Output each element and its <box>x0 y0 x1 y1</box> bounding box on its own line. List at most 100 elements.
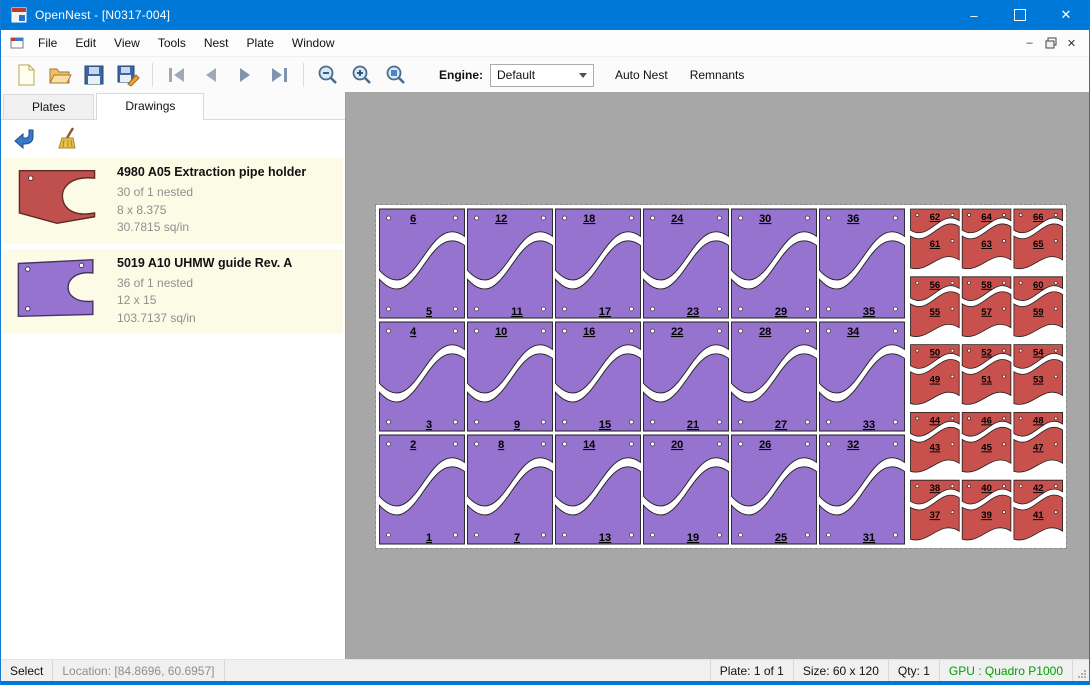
minimize-button[interactable]: – <box>951 0 997 30</box>
remnants-button[interactable]: Remnants <box>679 62 756 88</box>
close-button[interactable]: ✕ <box>1043 0 1089 30</box>
svg-text:48: 48 <box>1033 415 1044 426</box>
nest-canvas[interactable]: 6512111817242330293635431091615222128273… <box>346 92 1089 660</box>
menu-edit[interactable]: Edit <box>66 31 105 55</box>
tab-plates[interactable]: Plates <box>3 94 94 119</box>
svg-text:22: 22 <box>671 326 683 338</box>
mdi-close-button[interactable]: ✕ <box>1062 34 1081 52</box>
save-as-icon <box>116 63 140 87</box>
zoom-fit-button[interactable] <box>379 60 413 90</box>
zoom-out-icon <box>316 63 340 87</box>
svg-text:19: 19 <box>687 532 699 544</box>
menu-window[interactable]: Window <box>283 31 344 55</box>
purple-part-pair[interactable]: 1817 <box>556 209 641 318</box>
purple-part-pair[interactable]: 21 <box>380 435 465 544</box>
svg-text:29: 29 <box>775 306 787 318</box>
zoom-in-button[interactable] <box>345 60 379 90</box>
red-part-pair[interactable]: 5049 <box>911 345 960 405</box>
purple-part-pair[interactable]: 1211 <box>468 209 553 318</box>
red-part-pair[interactable]: 5453 <box>1014 345 1063 405</box>
drawing-info: 5019 A10 UHMW guide Rev. A 36 of 1 neste… <box>105 256 292 328</box>
svg-text:50: 50 <box>930 348 941 359</box>
drawing-nested-count: 30 of 1 nested <box>117 184 306 202</box>
svg-text:37: 37 <box>930 510 941 521</box>
window-title: OpenNest - [N0317-004] <box>35 8 170 22</box>
go-next-button[interactable] <box>228 60 262 90</box>
zoom-fit-icon <box>384 63 408 87</box>
part-thumbnail <box>9 256 105 320</box>
go-last-button[interactable] <box>262 60 296 90</box>
zoom-in-icon <box>350 63 374 87</box>
mdi-restore-button[interactable] <box>1041 34 1060 52</box>
save-button[interactable] <box>77 60 111 90</box>
menu-plate[interactable]: Plate <box>238 31 283 55</box>
red-part-pair[interactable]: 3837 <box>911 480 960 540</box>
drawing-item[interactable]: 5019 A10 UHMW guide Rev. A 36 of 1 neste… <box>3 249 343 335</box>
svg-text:40: 40 <box>981 483 992 494</box>
svg-text:12: 12 <box>495 213 507 225</box>
zoom-out-button[interactable] <box>311 60 345 90</box>
red-part-pair[interactable]: 4241 <box>1014 480 1063 540</box>
open-file-button[interactable] <box>43 60 77 90</box>
red-part-pair[interactable]: 4039 <box>962 480 1011 540</box>
purple-part-pair[interactable]: 1413 <box>556 435 641 544</box>
new-file-button[interactable] <box>9 60 43 90</box>
red-part-pair[interactable]: 6059 <box>1014 277 1063 337</box>
purple-part-pair[interactable]: 3029 <box>732 209 817 318</box>
purple-part-pair[interactable]: 109 <box>468 322 553 431</box>
broom-button[interactable] <box>55 125 83 151</box>
purple-part-pair[interactable]: 65 <box>380 209 465 318</box>
nest-plate-svg[interactable]: 6512111817242330293635431091615222128273… <box>376 205 1066 548</box>
engine-select[interactable]: Default <box>490 64 594 87</box>
red-part-pair[interactable]: 5251 <box>962 345 1011 405</box>
svg-text:41: 41 <box>1033 510 1044 521</box>
red-part-pair[interactable]: 4645 <box>962 412 1011 472</box>
red-part-pair[interactable]: 5857 <box>962 277 1011 337</box>
menu-file[interactable]: File <box>29 31 66 55</box>
red-part-pair[interactable]: 4443 <box>911 412 960 472</box>
toolbar-separator <box>152 63 153 87</box>
status-size: Size: 60 x 120 <box>794 660 889 681</box>
red-part-pair[interactable]: 6665 <box>1014 209 1063 269</box>
resize-grip[interactable] <box>1073 660 1089 681</box>
purple-part-pair[interactable]: 3433 <box>820 322 905 431</box>
svg-text:57: 57 <box>981 307 992 318</box>
drawing-item[interactable]: 4980 A05 Extraction pipe holder 30 of 1 … <box>3 158 343 244</box>
red-part-pair[interactable]: 6261 <box>911 209 960 269</box>
drawing-area: 103.7137 sq/in <box>117 310 292 328</box>
purple-part-pair[interactable]: 2827 <box>732 322 817 431</box>
plate[interactable]: 6512111817242330293635431091615222128273… <box>376 205 1066 548</box>
tab-drawings[interactable]: Drawings <box>96 93 204 120</box>
document-icon[interactable] <box>10 36 25 50</box>
purple-part-pair[interactable]: 2423 <box>644 209 729 318</box>
purple-part-pair[interactable]: 3231 <box>820 435 905 544</box>
main-body: PlatesDrawings <box>1 92 1089 660</box>
svg-text:62: 62 <box>930 212 941 223</box>
menu-tools[interactable]: Tools <box>149 31 195 55</box>
return-arrow-button[interactable] <box>11 125 39 151</box>
red-part-pair[interactable]: 4847 <box>1014 412 1063 472</box>
return-arrow-icon <box>13 126 37 150</box>
go-first-button[interactable] <box>160 60 194 90</box>
purple-part-pair[interactable]: 87 <box>468 435 553 544</box>
purple-part-pair[interactable]: 1615 <box>556 322 641 431</box>
purple-part-pair[interactable]: 2625 <box>732 435 817 544</box>
save-as-button[interactable] <box>111 60 145 90</box>
svg-text:3: 3 <box>426 419 432 431</box>
red-part-pair[interactable]: 6463 <box>962 209 1011 269</box>
status-plate: Plate: 1 of 1 <box>711 660 794 681</box>
svg-text:63: 63 <box>981 239 992 250</box>
auto-nest-button[interactable]: Auto Nest <box>604 62 679 88</box>
maximize-button[interactable] <box>997 0 1043 30</box>
svg-text:53: 53 <box>1033 375 1044 386</box>
mdi-minimize-button[interactable]: – <box>1020 34 1039 52</box>
menu-view[interactable]: View <box>105 31 149 55</box>
purple-part-pair[interactable]: 2019 <box>644 435 729 544</box>
purple-part-pair[interactable]: 2221 <box>644 322 729 431</box>
menu-nest[interactable]: Nest <box>195 31 238 55</box>
purple-part-pair[interactable]: 43 <box>380 322 465 431</box>
purple-part-pair[interactable]: 3635 <box>820 209 905 318</box>
svg-text:7: 7 <box>514 532 520 544</box>
red-part-pair[interactable]: 5655 <box>911 277 960 337</box>
go-previous-button[interactable] <box>194 60 228 90</box>
